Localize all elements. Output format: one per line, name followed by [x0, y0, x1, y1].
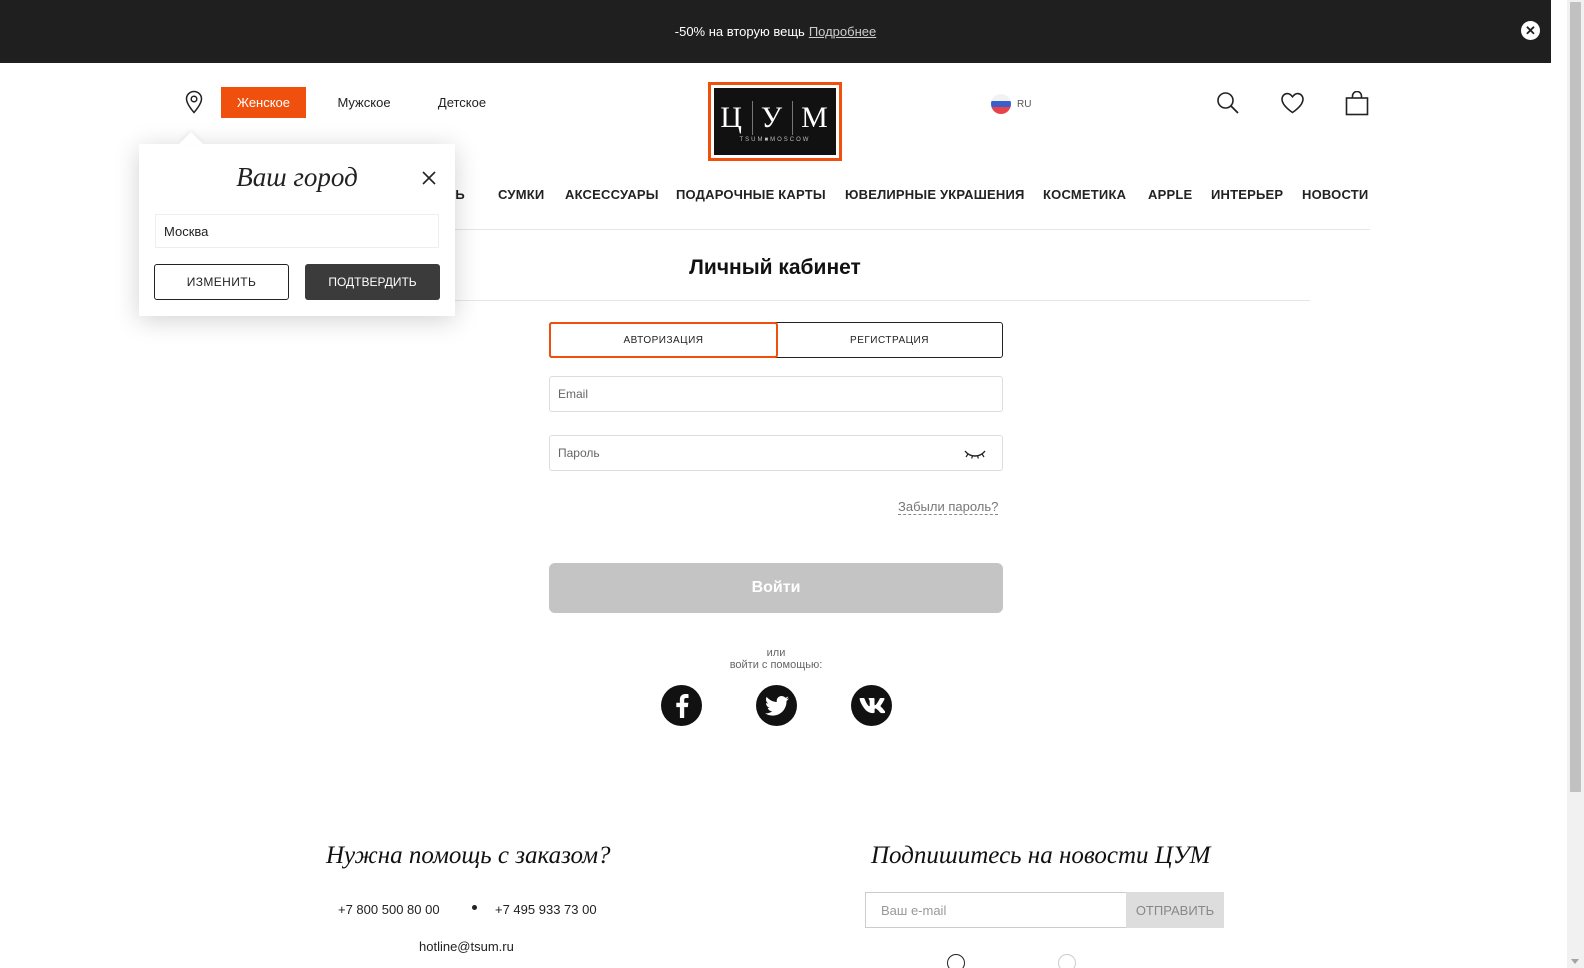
nav-item-bags[interactable]: СУМКИ: [498, 187, 544, 202]
tsum-logo[interactable]: Ц У М TSUM■MOSCOW: [708, 82, 842, 161]
nav-item-cosmetics[interactable]: КОСМЕТИКА: [1043, 187, 1126, 202]
nav-item-news[interactable]: НОВОСТИ: [1302, 187, 1368, 202]
logo-letter: У: [760, 100, 785, 134]
subscribe-email-field[interactable]: [865, 892, 1127, 928]
gender-radio[interactable]: [1058, 954, 1076, 968]
nav-item-jewelry[interactable]: ЮВЕЛИРНЫЕ УКРАШЕНИЯ: [845, 187, 1025, 202]
nav-item-interior[interactable]: ИНТЕРЬЕР: [1211, 187, 1283, 202]
phone-link[interactable]: +7 800 500 80 00: [338, 902, 440, 917]
close-icon[interactable]: [420, 169, 438, 187]
page-title: Личный кабинет: [689, 256, 861, 279]
search-icon[interactable]: [1216, 91, 1240, 115]
hotline-email-link[interactable]: hotline@tsum.ru: [419, 939, 514, 954]
language-label: RU: [1017, 98, 1032, 110]
gender-tab-women[interactable]: Женское: [221, 87, 306, 118]
city-input[interactable]: [155, 214, 439, 248]
separator-dot: [472, 905, 477, 910]
forgot-password-link[interactable]: Забыли пароль?: [898, 500, 999, 515]
scrollbar-thumb[interactable]: [1570, 2, 1581, 792]
vk-icon[interactable]: [851, 685, 892, 726]
password-field[interactable]: [549, 435, 1003, 471]
nav-divider: [410, 229, 1370, 230]
city-popup: Ваш город ИЗМЕНИТЬ ПОДТВЕРДИТЬ: [139, 132, 455, 316]
subscribe-button[interactable]: ОТПРАВИТЬ: [1126, 892, 1224, 928]
location-pin-icon[interactable]: [184, 90, 204, 114]
auth-tabs: АВТОРИЗАЦИЯ РЕГИСТРАЦИЯ: [549, 322, 1003, 358]
confirm-city-button[interactable]: ПОДТВЕРДИТЬ: [305, 264, 440, 300]
nav-item-gift-cards[interactable]: ПОДАРОЧНЫЕ КАРТЫ: [676, 187, 826, 202]
gender-tab-men[interactable]: Мужское: [324, 87, 404, 118]
logo-subtitle: TSUM■MOSCOW: [739, 136, 811, 143]
title-divider: [455, 300, 1310, 301]
language-selector[interactable]: RU: [991, 94, 1031, 114]
scroll-down-arrow-icon[interactable]: [1571, 959, 1579, 964]
social-login-caption: или войти с помощью:: [676, 647, 876, 671]
email-field[interactable]: [549, 376, 1003, 412]
nav-item-accessories[interactable]: АКСЕССУАРЫ: [565, 187, 659, 202]
facebook-icon[interactable]: [661, 685, 702, 726]
gender-radio[interactable]: [947, 954, 965, 968]
scrollbar[interactable]: [1567, 0, 1584, 968]
promo-text: -50% на вторую вещь: [674, 24, 805, 39]
nav-item-apple[interactable]: APPLE: [1148, 187, 1192, 202]
social-login-text: войти с помощью:: [729, 659, 823, 671]
or-text: или: [766, 647, 786, 659]
close-icon[interactable]: ✕: [1521, 21, 1540, 40]
russia-flag-icon: [991, 94, 1011, 114]
login-button[interactable]: Войти: [549, 563, 1003, 613]
heart-icon[interactable]: [1280, 91, 1305, 115]
gender-tab-kids[interactable]: Детское: [424, 87, 500, 118]
phone-link[interactable]: +7 495 933 73 00: [495, 902, 597, 917]
bag-icon[interactable]: [1345, 91, 1369, 116]
eye-closed-icon[interactable]: [963, 447, 987, 461]
change-city-button[interactable]: ИЗМЕНИТЬ: [154, 264, 289, 300]
promo-details-link[interactable]: Подробнее: [809, 24, 876, 39]
help-title: Нужна помощь с заказом?: [326, 842, 611, 869]
tab-authorization[interactable]: АВТОРИЗАЦИЯ: [549, 322, 778, 358]
city-popup-title: Ваш город: [236, 162, 358, 192]
subscribe-title: Подпишитесь на новости ЦУМ: [871, 842, 1211, 869]
promo-banner: -50% на вторую вещь Подробнее ✕: [0, 0, 1551, 63]
logo-letter: Ц: [720, 100, 744, 134]
twitter-icon[interactable]: [756, 685, 797, 726]
logo-letter: М: [801, 100, 830, 134]
tab-registration[interactable]: РЕГИСТРАЦИЯ: [777, 323, 1002, 357]
